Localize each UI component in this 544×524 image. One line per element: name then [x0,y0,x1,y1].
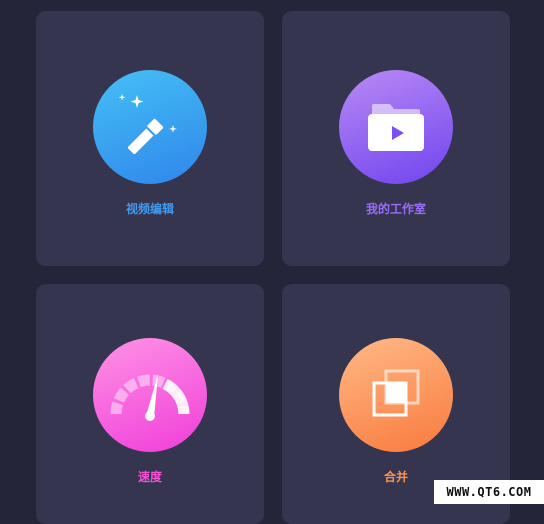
my-studio-label: 我的工作室 [365,202,426,216]
merge-icon [339,338,453,452]
speed-card[interactable]: 速度 [36,284,264,524]
speedometer-icon [93,338,207,452]
my-studio-card[interactable]: 我的工作室 [282,11,510,266]
magic-wand-icon [93,70,207,184]
video-folder-icon [339,70,453,184]
video-edit-card[interactable]: 视频编辑 [36,11,264,266]
watermark-text: WWW.QT6.COM [434,480,544,504]
video-edit-label: 视频编辑 [125,202,174,216]
speed-label: 速度 [137,470,162,484]
